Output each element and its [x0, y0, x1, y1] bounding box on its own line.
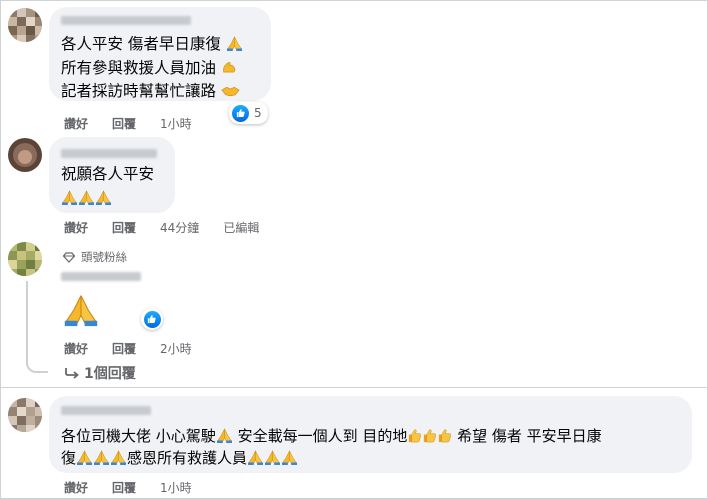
comment-line: 所有參與救援人員加油 [61, 59, 217, 77]
commenter-name[interactable] [61, 16, 191, 25]
comment-actions: 讚好 回覆 2小時 [64, 340, 216, 357]
timestamp[interactable]: 1小時 [160, 117, 192, 131]
pray-emoji-icon [63, 293, 99, 327]
comment-actions: 讚好 回覆 1小時 [64, 479, 216, 496]
thread-line [26, 281, 48, 373]
comment-segment: 各位司機大佬 小心駕駛 [61, 427, 216, 445]
like-button[interactable]: 讚好 [64, 481, 88, 495]
thumbs-up-emoji-icon [437, 428, 452, 443]
pray-emoji-icon [95, 190, 112, 205]
avatar[interactable] [8, 242, 42, 276]
thumbs-up-emoji-icon [422, 428, 437, 443]
pray-emoji-icon [216, 428, 233, 443]
pray-emoji-icon [76, 450, 93, 465]
like-reaction-icon[interactable] [141, 308, 163, 330]
commenter-name[interactable] [61, 406, 151, 415]
flexed-biceps-emoji-icon [223, 62, 236, 73]
comment-actions: 讚好 回覆 1小時 [64, 115, 216, 132]
top-fan-badge[interactable]: 頭號粉絲 [63, 249, 127, 265]
like-reaction-icon [143, 310, 161, 328]
reply-button[interactable]: 回覆 [112, 481, 136, 495]
reply-button[interactable]: 回覆 [112, 342, 136, 356]
comment-text: 各人平安 傷者早日康復 [61, 33, 243, 55]
comment-segment: 安全載每一個人到 目的地 [237, 427, 408, 445]
comment-line: 祝願各人平安 [61, 165, 155, 183]
like-reaction-icon [232, 104, 249, 122]
avatar[interactable] [8, 8, 42, 42]
avatar[interactable] [8, 138, 42, 172]
like-button[interactable]: 讚好 [64, 117, 88, 131]
pray-emoji-icon [78, 190, 95, 205]
reply-arrow-icon [65, 368, 79, 379]
comments-panel: 各人平安 傷者早日康復 所有參與救援人員加油 記者採訪時幫幫忙讓路 5 讚好 回覆… [0, 0, 708, 499]
comment-segment: 希望 傷者 平安早日康 [457, 427, 602, 445]
divider [1, 387, 708, 388]
pray-emoji-icon [281, 450, 298, 465]
comment-text: 記者採訪時幫幫忙讓路 [61, 80, 240, 102]
comment-line: 記者採訪時幫幫忙讓路 [61, 82, 217, 100]
comment-segment: 感恩所有救護人員 [127, 449, 248, 467]
pray-emoji-icon [93, 450, 110, 465]
reaction-count[interactable]: 5 [229, 102, 268, 124]
pray-emoji-icon [264, 450, 281, 465]
pray-emoji-icon [110, 450, 127, 465]
pray-emoji-icon [247, 450, 264, 465]
timestamp[interactable]: 1小時 [160, 481, 192, 495]
view-replies-link[interactable]: 1個回覆 [64, 363, 136, 383]
reply-button[interactable]: 回覆 [112, 117, 136, 131]
comment-line: 各人平安 傷者早日康復 [61, 35, 221, 53]
comment-text [61, 187, 112, 209]
handshake-emoji-icon [221, 86, 240, 97]
comment-text: 復 感恩所有救護人員 [61, 447, 298, 469]
timestamp[interactable]: 44分鐘 [160, 221, 199, 235]
commenter-name[interactable] [61, 272, 141, 281]
comment-text: 所有參與救援人員加油 [61, 57, 238, 79]
commenter-name[interactable] [61, 149, 157, 158]
diamond-icon [63, 251, 75, 263]
edited-label: 已編輯 [223, 221, 260, 235]
like-button[interactable]: 讚好 [64, 221, 88, 235]
comment-text: 各位司機大佬 小心駕駛 安全載每一個人到 目的地 希望 傷者 平安早日康 [61, 425, 602, 447]
pray-emoji-icon [226, 36, 243, 51]
timestamp[interactable]: 2小時 [160, 342, 192, 356]
pray-emoji-icon [61, 190, 78, 205]
thumbs-up-emoji-icon [407, 428, 422, 443]
avatar[interactable] [8, 398, 42, 432]
reaction-count-label: 5 [254, 106, 262, 120]
reply-button[interactable]: 回覆 [112, 221, 136, 235]
like-button[interactable]: 讚好 [64, 342, 88, 356]
comment-segment: 復 [61, 449, 77, 467]
comment-text: 祝願各人平安 [61, 163, 154, 185]
replies-count-label: 1個回覆 [84, 366, 136, 382]
comment-actions: 讚好 回覆 44分鐘 已編輯 [64, 219, 283, 236]
badge-label: 頭號粉絲 [81, 250, 127, 264]
